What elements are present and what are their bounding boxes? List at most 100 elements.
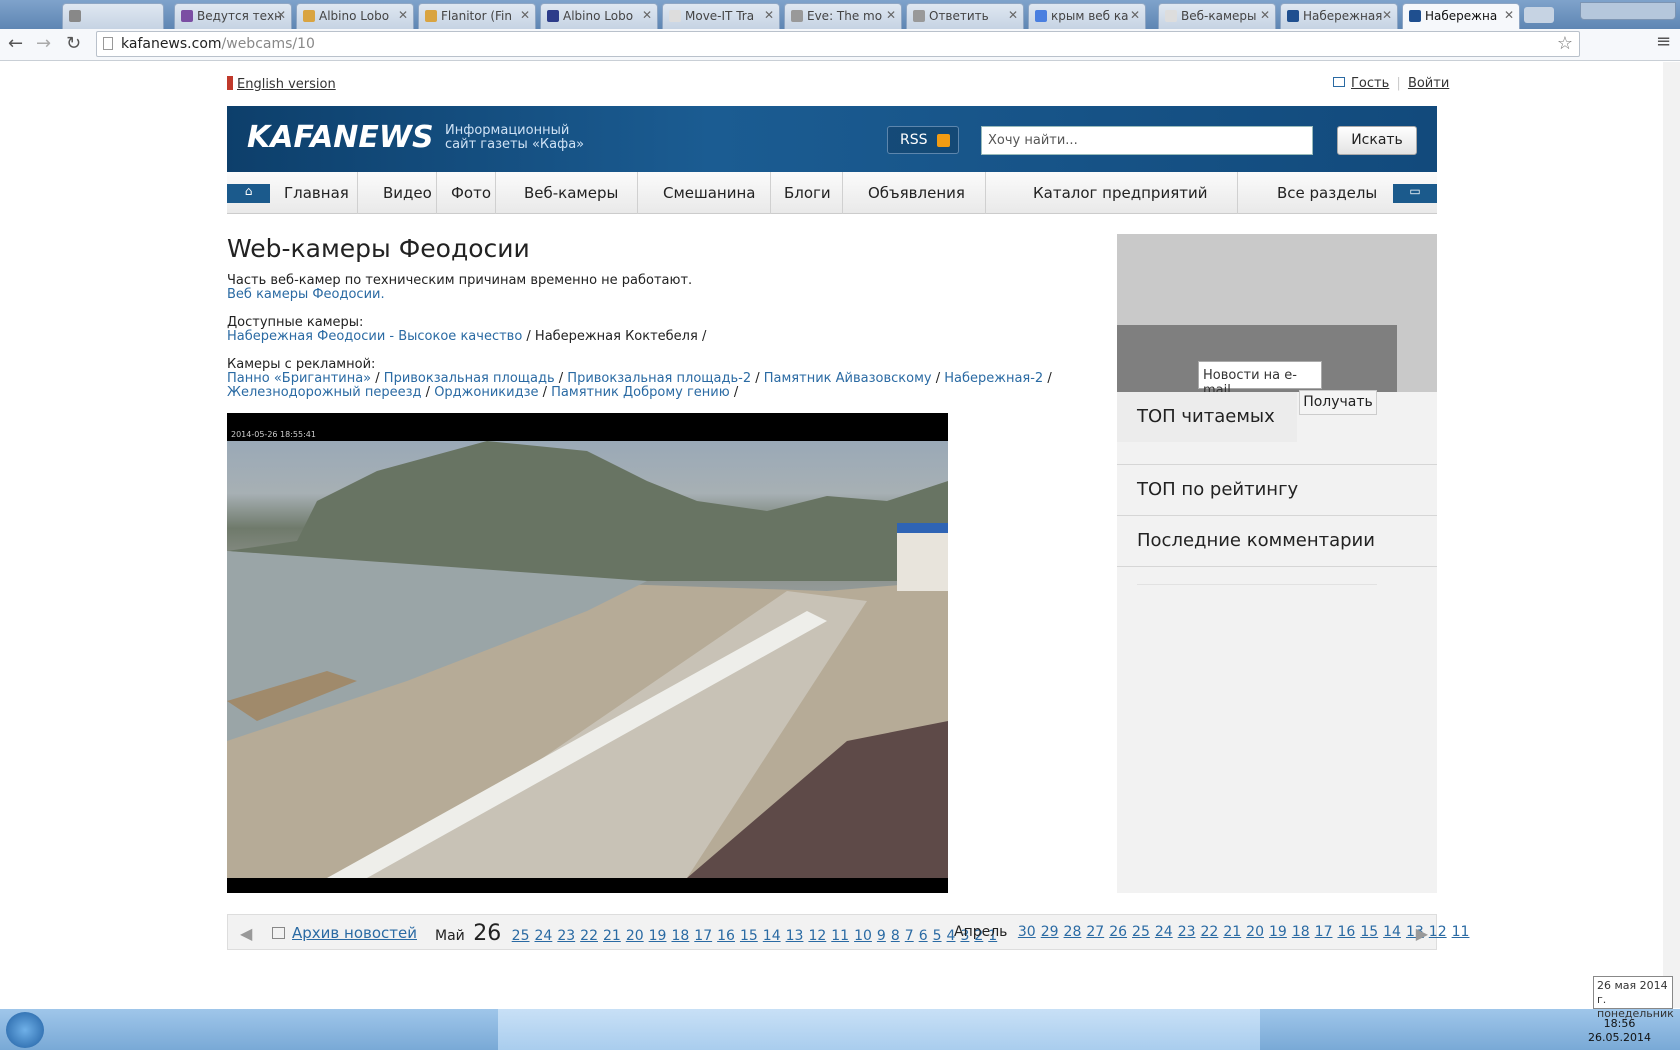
taskbar-clock[interactable]: 18:56 26.05.2014 (1588, 1017, 1651, 1045)
search-input[interactable]: Хочу найти... (981, 126, 1313, 155)
tab-10[interactable]: Веб-камеры ✕ (1158, 3, 1276, 29)
day-link[interactable]: 20 (626, 928, 644, 944)
site-logo[interactable]: KAFANEWS (247, 120, 434, 155)
close-tab-icon[interactable]: ✕ (764, 8, 774, 22)
day-link[interactable]: 28 (1064, 924, 1082, 940)
tab-2[interactable]: Ведутся техн ✕ (174, 3, 292, 29)
day-link[interactable]: 18 (671, 928, 689, 944)
english-version-link[interactable]: English version (237, 77, 336, 92)
day-link[interactable]: 21 (1223, 924, 1241, 940)
close-tab-icon[interactable]: ✕ (1260, 8, 1270, 22)
address-bar[interactable]: kafanews.com/webcams/10 ☆ (96, 31, 1580, 57)
login-link[interactable]: Войти (1408, 76, 1449, 91)
day-link[interactable]: 16 (1337, 924, 1355, 940)
day-link[interactable]: 15 (740, 928, 758, 944)
day-link[interactable]: 12 (1429, 924, 1447, 940)
back-icon[interactable]: ← (8, 33, 23, 54)
day-link[interactable]: 12 (808, 928, 826, 944)
day-link[interactable]: 10 (854, 928, 872, 944)
day-link[interactable]: 6 (919, 928, 928, 944)
tab-5[interactable]: Albino Lobo ✕ (540, 3, 658, 29)
camera-link[interactable]: Привокзальная площадь-2 (567, 371, 751, 386)
day-link[interactable]: 14 (1383, 924, 1401, 940)
day-link[interactable]: 19 (1269, 924, 1287, 940)
nav-item-webcams[interactable]: Веб-камеры (524, 184, 618, 202)
day-link[interactable]: 30 (1018, 924, 1036, 940)
day-link[interactable]: 22 (580, 928, 598, 944)
camera-link[interactable]: Железнодорожный переезд (227, 385, 422, 400)
day-link[interactable]: 13 (786, 928, 804, 944)
close-tab-icon[interactable]: ✕ (886, 8, 896, 22)
day-link[interactable]: 23 (1178, 924, 1196, 940)
day-link[interactable]: 8 (891, 928, 900, 944)
tab-last-comments[interactable]: Последние комментарии (1137, 530, 1375, 551)
close-tab-icon[interactable]: ✕ (398, 8, 408, 22)
day-link[interactable]: 19 (649, 928, 667, 944)
next-arrow-icon[interactable]: ▶ (1416, 924, 1428, 943)
nav-item-all-sections[interactable]: Все разделы (1277, 184, 1377, 202)
camera-link[interactable]: Привокзальная площадь (384, 371, 555, 386)
day-link[interactable]: 25 (1132, 924, 1150, 940)
nav-item-mix[interactable]: Смешанина (663, 184, 756, 202)
start-button[interactable] (6, 1012, 44, 1048)
day-link[interactable]: 9 (877, 928, 886, 944)
rss-button[interactable]: RSS (887, 126, 959, 154)
camera-link[interactable]: Памятник Айвазовскому (764, 371, 932, 386)
close-tab-icon[interactable]: ✕ (1382, 8, 1392, 22)
window-controls[interactable] (1580, 2, 1676, 20)
day-link[interactable]: 11 (831, 928, 849, 944)
day-link[interactable]: 29 (1041, 924, 1059, 940)
day-link[interactable]: 22 (1201, 924, 1219, 940)
nav-item-blogs[interactable]: Блоги (784, 184, 831, 202)
camera-link[interactable]: Панно «Бригантина» (227, 371, 371, 386)
scrollbar[interactable] (1663, 62, 1680, 1008)
subscribe-button[interactable]: Получать (1299, 390, 1377, 415)
archive-link[interactable]: Архив новостей (292, 924, 417, 942)
day-link[interactable]: 23 (557, 928, 575, 944)
tab-7[interactable]: Eve: The mo ✕ (784, 3, 902, 29)
day-link[interactable]: 26 (1109, 924, 1127, 940)
day-link[interactable]: 7 (905, 928, 914, 944)
camera-link-feodosia-hq[interactable]: Набережная Феодосии - Высокое качество (227, 329, 522, 344)
camera-link[interactable]: Памятник Доброму гению (551, 385, 730, 400)
tab-12-active[interactable]: Набережна ✕ (1402, 3, 1520, 29)
close-tab-icon[interactable]: ✕ (642, 8, 652, 22)
nav-item-video[interactable]: Видео (383, 184, 432, 202)
day-link[interactable]: 15 (1360, 924, 1378, 940)
nav-item-ads[interactable]: Объявления (868, 184, 965, 202)
tab-9[interactable]: крым веб ка ✕ (1028, 3, 1146, 29)
tab-1[interactable] (62, 3, 164, 29)
day-link[interactable]: 11 (1452, 924, 1470, 940)
day-link[interactable]: 16 (717, 928, 735, 944)
close-tab-icon[interactable]: ✕ (1504, 8, 1514, 22)
close-tab-icon[interactable]: ✕ (1130, 8, 1140, 22)
close-tab-icon[interactable]: ✕ (520, 8, 530, 22)
day-link[interactable]: 14 (763, 928, 781, 944)
day-link[interactable]: 18 (1292, 924, 1310, 940)
tab-11[interactable]: Набережная ✕ (1280, 3, 1398, 29)
tab-3[interactable]: Albino Lobo ✕ (296, 3, 414, 29)
day-link[interactable]: 21 (603, 928, 621, 944)
reload-icon[interactable]: ↻ (66, 33, 81, 54)
camera-link[interactable]: Набережная-2 (944, 371, 1043, 386)
tab-8[interactable]: Ответить ✕ (906, 3, 1024, 29)
guest-link[interactable]: Гость (1351, 76, 1389, 91)
close-tab-icon[interactable]: ✕ (1008, 8, 1018, 22)
email-subscribe-input[interactable]: Новости на e-mail (1198, 361, 1322, 398)
search-button[interactable]: Искать (1337, 126, 1417, 155)
day-link[interactable]: 20 (1246, 924, 1264, 940)
camera-link[interactable]: Орджоникидзе (434, 385, 538, 400)
day-link[interactable]: 17 (1315, 924, 1333, 940)
nav-item-photo[interactable]: Фото (451, 184, 491, 202)
day-link[interactable]: 24 (1155, 924, 1173, 940)
message-icon[interactable]: ▭ (1393, 184, 1437, 203)
menu-icon[interactable]: ≡ (1656, 31, 1671, 52)
notice-link[interactable]: Веб камеры Феодосии. (227, 287, 385, 302)
star-icon[interactable]: ☆ (1557, 33, 1573, 54)
tab-6[interactable]: Move-IT Tra ✕ (662, 3, 780, 29)
new-tab-button[interactable] (1524, 7, 1554, 23)
forward-icon[interactable]: → (36, 33, 51, 54)
prev-arrow-icon[interactable]: ◀ (240, 924, 252, 943)
webcam-player[interactable]: 2014-05-26 18:55:41 (227, 413, 948, 893)
day-link[interactable]: 27 (1086, 924, 1104, 940)
